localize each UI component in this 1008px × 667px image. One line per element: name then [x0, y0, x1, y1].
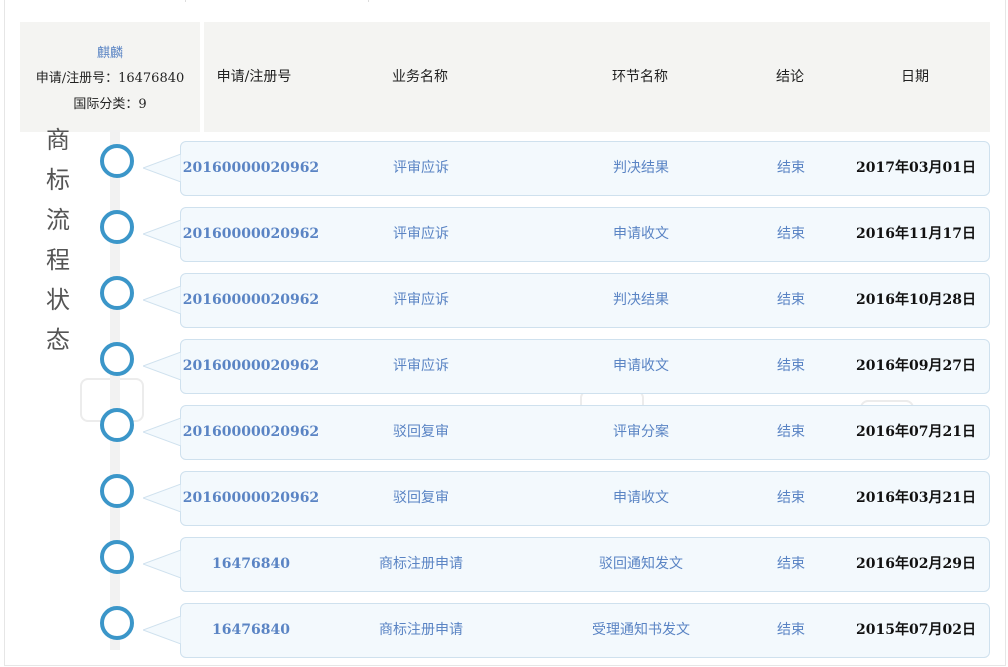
row-business: 评审应诉: [393, 292, 449, 308]
row-date: 2016年09月27日: [856, 358, 976, 374]
table-row[interactable]: 20160000020962 驳回复审 评审分案 结束 2016年07月21日: [143, 405, 990, 460]
row-pointer: [143, 220, 181, 248]
header-business: 业务名称: [392, 69, 448, 85]
row-business: 评审应诉: [393, 160, 449, 176]
row-number[interactable]: 20160000020962: [181, 406, 321, 459]
trademark-info-box: 麒麟 申请/注册号：16476840 国际分类：9: [20, 22, 200, 132]
row-number[interactable]: 16476840: [181, 538, 321, 591]
row-pointer: [143, 484, 181, 512]
trademark-class: 国际分类：9: [73, 97, 147, 112]
row-date: 2016年11月17日: [856, 226, 976, 242]
row-date: 2016年10月28日: [856, 292, 976, 308]
timeline-node: [100, 606, 134, 640]
row-pointer: [143, 154, 181, 182]
trademark-name: 麒麟: [96, 46, 123, 61]
row-number[interactable]: 20160000020962: [181, 208, 321, 261]
timeline-node: [100, 144, 134, 178]
row-pointer: [143, 616, 181, 644]
row-number[interactable]: 20160000020962: [181, 472, 321, 525]
title-char: 商: [46, 126, 70, 154]
timeline-node: [100, 408, 134, 442]
header-step: 环节名称: [612, 69, 668, 85]
row-step: 申请收文: [613, 358, 669, 374]
row-date: 2015年07月02日: [856, 622, 976, 638]
row-result: 结束: [777, 226, 805, 242]
process-status-title: 商 标 流 程 状 态: [40, 120, 76, 360]
table-row[interactable]: 20160000020962 驳回复审 申请收文 结束 2016年03月21日: [143, 471, 990, 526]
row-step: 评审分案: [613, 424, 669, 440]
row-business: 商标注册申请: [379, 622, 463, 638]
row-business: 评审应诉: [393, 358, 449, 374]
row-business: 商标注册申请: [379, 556, 463, 572]
row-date: 2016年07月21日: [856, 424, 976, 440]
row-pointer: [143, 418, 181, 446]
row-result: 结束: [777, 160, 805, 176]
row-step: 判决结果: [613, 160, 669, 176]
timeline-node: [100, 474, 134, 508]
row-step: 受理通知书发文: [592, 622, 690, 638]
title-char: 态: [46, 326, 70, 354]
row-step: 判决结果: [613, 292, 669, 308]
row-pointer: [143, 286, 181, 314]
title-char: 程: [46, 246, 70, 274]
table-row[interactable]: 20160000020962 评审应诉 申请收文 结束 2016年11月17日: [143, 207, 990, 262]
timeline-node: [100, 540, 134, 574]
header-result: 结论: [776, 69, 804, 85]
timeline-node: [100, 210, 134, 244]
row-date: 2016年02月29日: [856, 556, 976, 572]
table-row[interactable]: 20160000020962 评审应诉 判决结果 结束 2017年03月01日: [143, 141, 990, 196]
row-pointer: [143, 550, 181, 578]
row-result: 结束: [777, 292, 805, 308]
top-tab-divider: [185, 0, 369, 2]
table-row[interactable]: 20160000020962 评审应诉 判决结果 结束 2016年10月28日: [143, 273, 990, 328]
row-step: 申请收文: [613, 490, 669, 506]
row-number[interactable]: 20160000020962: [181, 274, 321, 327]
table-row[interactable]: 20160000020962 评审应诉 申请收文 结束 2016年09月27日: [143, 339, 990, 394]
title-char: 状: [46, 286, 70, 314]
table-row[interactable]: 16476840 商标注册申请 驳回通知发文 结束 2016年02月29日: [143, 537, 990, 592]
row-result: 结束: [777, 556, 805, 572]
header-date: 日期: [901, 69, 929, 85]
row-business: 评审应诉: [393, 226, 449, 242]
trademark-reg-number: 申请/注册号：16476840: [35, 71, 185, 86]
row-business: 驳回复审: [393, 424, 449, 440]
row-step: 驳回通知发文: [599, 556, 683, 572]
row-result: 结束: [777, 490, 805, 506]
row-date: 2017年03月01日: [856, 160, 976, 176]
row-number[interactable]: 20160000020962: [181, 340, 321, 393]
table-header: 申请/注册号 业务名称 环节名称 结论 日期: [204, 22, 990, 132]
timeline-node: [100, 342, 134, 376]
row-number[interactable]: 16476840: [181, 604, 321, 657]
row-result: 结束: [777, 424, 805, 440]
row-business: 驳回复审: [393, 490, 449, 506]
row-step: 申请收文: [613, 226, 669, 242]
row-number[interactable]: 20160000020962: [181, 142, 321, 195]
row-result: 结束: [777, 358, 805, 374]
row-date: 2016年03月21日: [856, 490, 976, 506]
header-number: 申请/注册号: [216, 69, 292, 85]
row-pointer: [143, 352, 181, 380]
title-char: 标: [46, 166, 70, 194]
timeline-node: [100, 276, 134, 310]
table-row[interactable]: 16476840 商标注册申请 受理通知书发文 结束 2015年07月02日: [143, 603, 990, 658]
row-result: 结束: [777, 622, 805, 638]
title-char: 流: [46, 206, 70, 234]
